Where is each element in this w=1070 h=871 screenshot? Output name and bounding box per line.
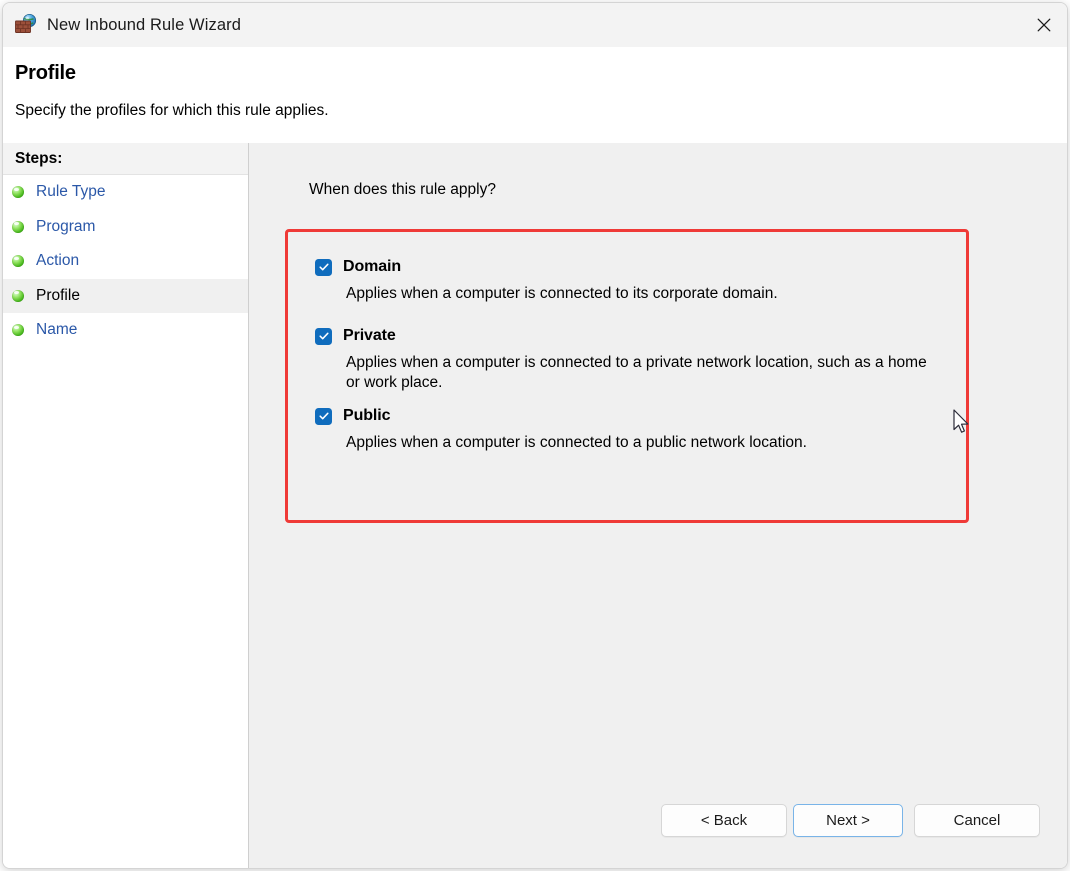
wizard-window: New Inbound Rule Wizard Profile Specify … bbox=[2, 2, 1068, 869]
sidebar-item-name[interactable]: Name bbox=[3, 313, 248, 348]
profile-name-label: Domain bbox=[343, 258, 402, 275]
page-header: Profile Specify the profiles for which t… bbox=[3, 47, 1067, 143]
firewall-globe-icon bbox=[14, 13, 38, 37]
close-icon[interactable] bbox=[1021, 3, 1067, 47]
profile-option-private: Private Applies when a computer is conne… bbox=[315, 327, 940, 393]
sidebar-item-label: Rule Type bbox=[36, 183, 106, 201]
sidebar-item-label: Program bbox=[36, 217, 96, 235]
sidebar-item-rule-type[interactable]: Rule Type bbox=[3, 175, 248, 210]
content-pane: When does this rule apply? Domain Applie… bbox=[250, 143, 1067, 868]
private-checkbox[interactable] bbox=[315, 327, 332, 345]
title-bar: New Inbound Rule Wizard bbox=[3, 3, 1067, 47]
domain-checkbox[interactable] bbox=[315, 258, 332, 276]
sidebar-item-action[interactable]: Action bbox=[3, 244, 248, 279]
body-area: Steps: Rule Type Program Action Profile … bbox=[3, 143, 1067, 868]
sidebar-item-label: Action bbox=[36, 252, 80, 270]
sidebar-item-program[interactable]: Program bbox=[3, 210, 248, 245]
cancel-button[interactable]: Cancel bbox=[914, 804, 1040, 837]
profile-description: Applies when a computer is connected to … bbox=[346, 285, 778, 302]
step-bullet-icon bbox=[12, 255, 24, 268]
sidebar-item-label: Profile bbox=[36, 286, 80, 304]
profile-description: Applies when a computer is connected to … bbox=[346, 434, 807, 451]
page-title: Profile bbox=[15, 62, 76, 84]
public-checkbox[interactable] bbox=[315, 407, 332, 425]
step-bullet-icon bbox=[12, 289, 24, 302]
wizard-footer: < Back Next > Cancel bbox=[250, 778, 1067, 868]
back-button[interactable]: < Back bbox=[661, 804, 787, 837]
sidebar-item-label: Name bbox=[36, 321, 78, 339]
steps-sidebar: Steps: Rule Type Program Action Profile … bbox=[3, 143, 249, 868]
steps-heading: Steps: bbox=[3, 143, 248, 175]
profile-name-label: Private bbox=[343, 327, 396, 344]
profile-description: Applies when a computer is connected to … bbox=[346, 354, 927, 391]
profile-option-domain: Domain Applies when a computer is connec… bbox=[315, 258, 955, 304]
question-label: When does this rule apply? bbox=[309, 181, 496, 198]
page-subtitle: Specify the profiles for which this rule… bbox=[15, 102, 329, 119]
profile-name-label: Public bbox=[343, 407, 391, 424]
step-bullet-icon bbox=[12, 220, 24, 233]
step-bullet-icon bbox=[12, 186, 24, 199]
profile-option-public: Public Applies when a computer is connec… bbox=[315, 407, 955, 453]
step-bullet-icon bbox=[12, 324, 24, 337]
sidebar-item-profile[interactable]: Profile bbox=[3, 278, 248, 313]
window-title: New Inbound Rule Wizard bbox=[47, 15, 241, 34]
next-button[interactable]: Next > bbox=[793, 804, 903, 837]
steps-heading-label: Steps: bbox=[15, 149, 63, 167]
profiles-highlight-box: Domain Applies when a computer is connec… bbox=[285, 229, 969, 523]
